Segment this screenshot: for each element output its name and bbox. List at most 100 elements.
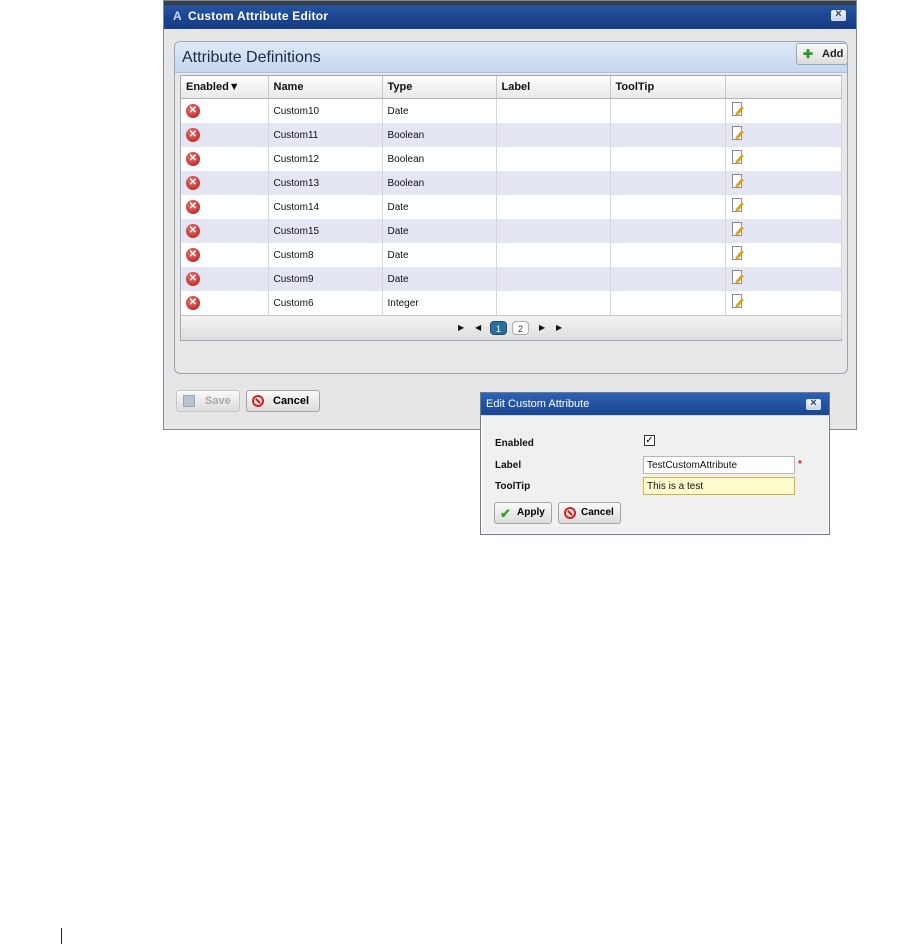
disabled-status-icon[interactable]: ✕ <box>186 104 200 118</box>
edit-icon[interactable] <box>731 198 745 213</box>
enabled-cell: ✕ <box>181 243 269 267</box>
table-row[interactable]: ✕ Custom15 Date <box>181 219 842 243</box>
edit-icon[interactable] <box>731 222 745 237</box>
name-cell: Custom10 <box>268 98 383 123</box>
tooltip-cell <box>610 123 726 147</box>
disabled-status-icon[interactable]: ✕ <box>186 128 200 142</box>
tooltip-cell <box>610 291 726 315</box>
apply-check-icon: ✔ <box>500 506 511 521</box>
table-header-row: Enabled▼ Name Type Label ToolTip <box>181 76 842 99</box>
disabled-status-icon[interactable]: ✕ <box>186 272 200 286</box>
label-cell <box>496 147 611 171</box>
name-cell: Custom13 <box>268 171 383 195</box>
edit-icon[interactable] <box>731 174 745 189</box>
table-row[interactable]: ✕ Custom10 Date <box>181 98 842 123</box>
table-row[interactable]: ✕ Custom9 Date <box>181 267 842 291</box>
close-icon: × <box>835 8 842 20</box>
cancel-button[interactable]: Cancel <box>246 390 320 412</box>
save-disk-icon <box>183 395 195 407</box>
label-input[interactable] <box>643 456 795 474</box>
type-cell: Integer <box>382 291 497 315</box>
column-header-type[interactable]: Type <box>382 76 497 99</box>
enabled-cell: ✕ <box>181 195 269 219</box>
cancel-button-label: Cancel <box>273 395 310 407</box>
edit-cell <box>725 243 842 267</box>
enabled-cell: ✕ <box>181 147 269 171</box>
table-row[interactable]: ✕ Custom6 Integer <box>181 291 842 315</box>
column-header-enabled[interactable]: Enabled▼ <box>181 76 269 99</box>
custom-attribute-editor-window: A Custom Attribute Editor × Attribute De… <box>163 0 857 430</box>
disabled-status-icon[interactable]: ✕ <box>186 224 200 238</box>
tooltip-cell <box>610 147 726 171</box>
apply-button-label: Apply <box>517 507 545 518</box>
label-cell <box>496 195 611 219</box>
tooltip-input[interactable] <box>643 477 795 495</box>
type-cell: Date <box>382 195 497 219</box>
attributes-table: Enabled▼ Name Type Label ToolTip ✕ Custom… <box>181 76 842 339</box>
save-button-label: Save <box>205 395 231 407</box>
edit-icon[interactable] <box>731 126 745 141</box>
cancel-icon <box>252 395 264 407</box>
sort-desc-icon: ▼ <box>228 81 240 93</box>
enabled-cell: ✕ <box>181 171 269 195</box>
table-row[interactable]: ✕ Custom11 Boolean <box>181 123 842 147</box>
label-cell <box>496 243 611 267</box>
dialog-title-bar[interactable]: Edit Custom Attribute × <box>481 393 829 415</box>
tooltip-cell <box>610 243 726 267</box>
edit-cell <box>725 98 842 123</box>
page-button-1[interactable]: 1 <box>490 321 507 335</box>
next-page-icon[interactable]: ▶ <box>539 323 545 332</box>
tooltip-field-label: ToolTip <box>495 481 531 492</box>
tooltip-cell <box>610 98 726 123</box>
required-indicator: * <box>798 459 802 470</box>
type-cell: Date <box>382 219 497 243</box>
edit-icon[interactable] <box>731 270 745 285</box>
disabled-status-icon[interactable]: ✕ <box>186 152 200 166</box>
edit-icon[interactable] <box>731 102 745 117</box>
dialog-close-button[interactable]: × <box>806 397 821 410</box>
disabled-status-icon[interactable]: ✕ <box>186 176 200 190</box>
add-button-label: Add <box>822 48 844 60</box>
name-cell: Custom15 <box>268 219 383 243</box>
edit-icon[interactable] <box>731 294 745 309</box>
window-title-bar[interactable]: A Custom Attribute Editor × <box>164 1 856 29</box>
title-top-strip <box>164 1 856 5</box>
dialog-cancel-button[interactable]: Cancel <box>558 502 621 524</box>
edit-icon[interactable] <box>731 150 745 165</box>
edit-cell <box>725 291 842 315</box>
table-row[interactable]: ✕ Custom14 Date <box>181 195 842 219</box>
window-close-button[interactable]: × <box>831 8 846 21</box>
cancel-icon <box>564 507 576 519</box>
first-page-icon[interactable]: ▶︎ <box>458 323 464 332</box>
name-cell: Custom8 <box>268 243 383 267</box>
last-page-icon[interactable]: ▶ <box>556 323 562 332</box>
type-cell: Boolean <box>382 171 497 195</box>
save-button[interactable]: Save <box>176 390 240 412</box>
tooltip-cell <box>610 171 726 195</box>
enabled-checkbox[interactable]: ✓ <box>644 435 655 446</box>
column-header-name[interactable]: Name <box>268 76 383 99</box>
disabled-status-icon[interactable]: ✕ <box>186 200 200 214</box>
column-header-tooltip[interactable]: ToolTip <box>610 76 726 99</box>
apply-button[interactable]: ✔ Apply <box>494 502 552 524</box>
name-cell: Custom11 <box>268 123 383 147</box>
label-cell <box>496 98 611 123</box>
disabled-status-icon[interactable]: ✕ <box>186 296 200 310</box>
attributes-grid: Enabled▼ Name Type Label ToolTip ✕ Custom… <box>180 75 842 341</box>
label-cell <box>496 123 611 147</box>
type-cell: Date <box>382 267 497 291</box>
previous-page-icon[interactable]: ◀ <box>475 323 481 332</box>
page-button-2[interactable]: 2 <box>512 321 529 335</box>
table-row[interactable]: ✕ Custom13 Boolean <box>181 171 842 195</box>
close-icon: × <box>810 397 817 409</box>
label-cell <box>496 171 611 195</box>
edit-icon[interactable] <box>731 246 745 261</box>
add-button[interactable]: ✚ Add <box>796 43 847 65</box>
table-row[interactable]: ✕ Custom8 Date <box>181 243 842 267</box>
label-cell <box>496 267 611 291</box>
table-row[interactable]: ✕ Custom12 Boolean <box>181 147 842 171</box>
disabled-status-icon[interactable]: ✕ <box>186 248 200 262</box>
page-margin-mark <box>61 928 62 944</box>
name-cell: Custom12 <box>268 147 383 171</box>
column-header-label[interactable]: Label <box>496 76 611 99</box>
